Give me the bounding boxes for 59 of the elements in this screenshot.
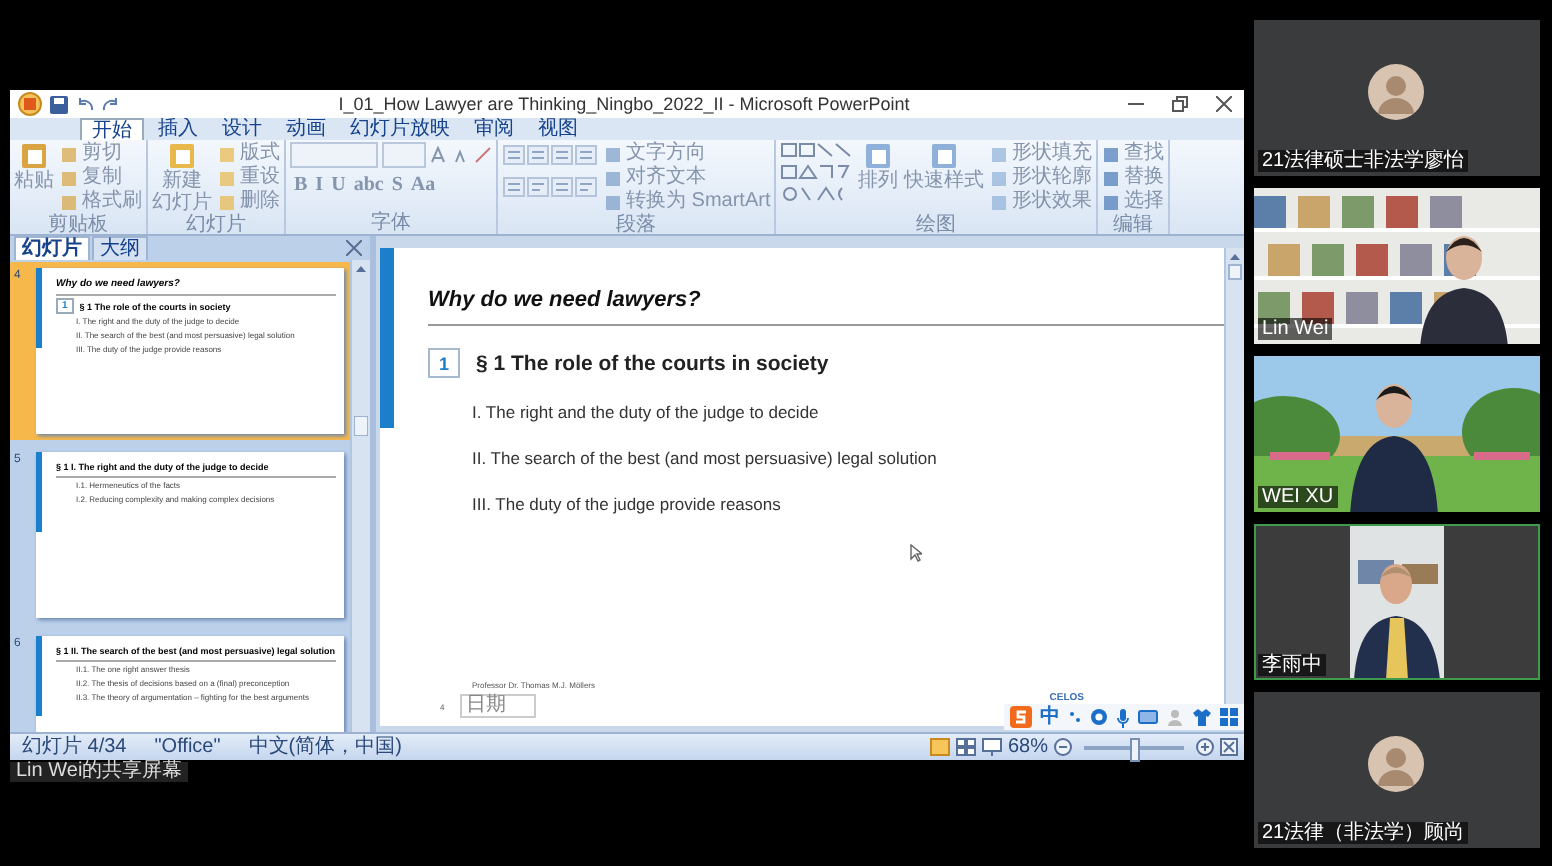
ribbon-button[interactable]: 替换 — [1102, 166, 1165, 190]
format-button[interactable]: I — [311, 174, 328, 198]
ribbon-button[interactable]: 排列 — [858, 142, 899, 192]
pane-tab[interactable]: 幻灯片 — [14, 236, 90, 260]
status-text: "Office" — [154, 735, 221, 759]
window-title: I_01_How Lawyer are Thinking_Ningbo_2022_II - Microsoft PowerPoint — [336, 94, 912, 114]
ribbon-tab[interactable]: 插入 — [148, 118, 208, 140]
format-button[interactable]: U — [327, 174, 350, 198]
ribbon-tab[interactable]: 审阅 — [464, 118, 524, 140]
participant-name: 李雨中 — [1258, 654, 1326, 676]
zoom-level: 68% — [1007, 735, 1048, 759]
ribbon-button[interactable]: 形状轮廓 — [990, 166, 1093, 190]
ribbon-button[interactable]: 对齐文本 — [604, 166, 771, 190]
ribbon-button[interactable]: 剪切 — [60, 142, 142, 166]
ribbon-button[interactable]: 粘贴 — [14, 142, 54, 192]
participant-name: 21法律硕士非法学廖怡 — [1258, 150, 1469, 172]
ribbon-button[interactable]: 版式 — [218, 142, 280, 166]
ribbon-button[interactable]: 文字方向 — [604, 142, 771, 166]
group-label: 剪贴板 — [46, 214, 110, 234]
section-number: 1 — [428, 348, 460, 378]
ribbon-button[interactable]: 查找 — [1102, 142, 1165, 166]
ribbon-button[interactable]: 快速样式 — [904, 142, 985, 192]
ribbon-button[interactable]: 删除 — [218, 190, 280, 214]
ribbon-button[interactable]: 新建 幻灯片 — [152, 142, 212, 214]
slide-bullet: III. The duty of the judge provide reasons — [472, 494, 783, 514]
group-label: 字体 — [369, 212, 413, 234]
ribbon-tab[interactable]: 幻灯片放映 — [340, 118, 460, 140]
share-caption: Lin Wei的共享屏幕 — [10, 762, 189, 782]
date-field[interactable]: 日期 — [460, 694, 537, 718]
ribbon-tab[interactable]: 设计 — [212, 118, 272, 140]
participant-name: 21法律（非法学）顾尚 — [1258, 822, 1469, 844]
section-heading: § 1 The role of the courts in society — [476, 351, 829, 375]
group-label: 绘图 — [914, 214, 959, 234]
format-button[interactable]: S — [387, 174, 407, 198]
group-label: 段落 — [614, 214, 659, 234]
ribbon-button[interactable]: 转换为 SmartArt — [604, 190, 771, 214]
ribbon-tab[interactable]: 开始 — [80, 118, 144, 140]
ribbon-button[interactable]: 重设 — [218, 166, 280, 190]
ribbon-tab[interactable]: 动画 — [276, 118, 336, 140]
ribbon-button[interactable]: 形状效果 — [990, 190, 1093, 214]
format-button[interactable]: abc — [349, 174, 388, 198]
input-mode-toggle[interactable]: 中 — [1040, 706, 1060, 728]
ribbon-button[interactable]: 选择 — [1102, 190, 1165, 214]
slide-title: Why do we need lawyers? — [428, 288, 1224, 326]
format-button[interactable]: Aa — [406, 174, 440, 198]
status-text: 幻灯片 4/34 — [22, 735, 127, 759]
status-text: 中文(简体，中国) — [248, 735, 402, 759]
group-label: 幻灯片 — [184, 214, 248, 234]
ribbon-button[interactable]: 格式刷 — [60, 190, 142, 214]
ribbon-button[interactable]: 复制 — [60, 166, 142, 190]
ribbon-button[interactable]: 形状填充 — [990, 142, 1093, 166]
slide-bullet: II. The search of the best (and most persuasive) legal solution — [472, 448, 939, 468]
participant-name: WEI XU — [1258, 486, 1338, 508]
participant-name: Lin Wei — [1258, 318, 1333, 340]
pane-tab[interactable]: 大纲 — [92, 236, 148, 260]
slide-bullet: I. The right and the duty of the judge to decide — [472, 402, 821, 422]
format-button[interactable]: B — [290, 174, 312, 198]
group-label: 编辑 — [1111, 214, 1156, 234]
ribbon-tab[interactable]: 视图 — [528, 118, 588, 140]
